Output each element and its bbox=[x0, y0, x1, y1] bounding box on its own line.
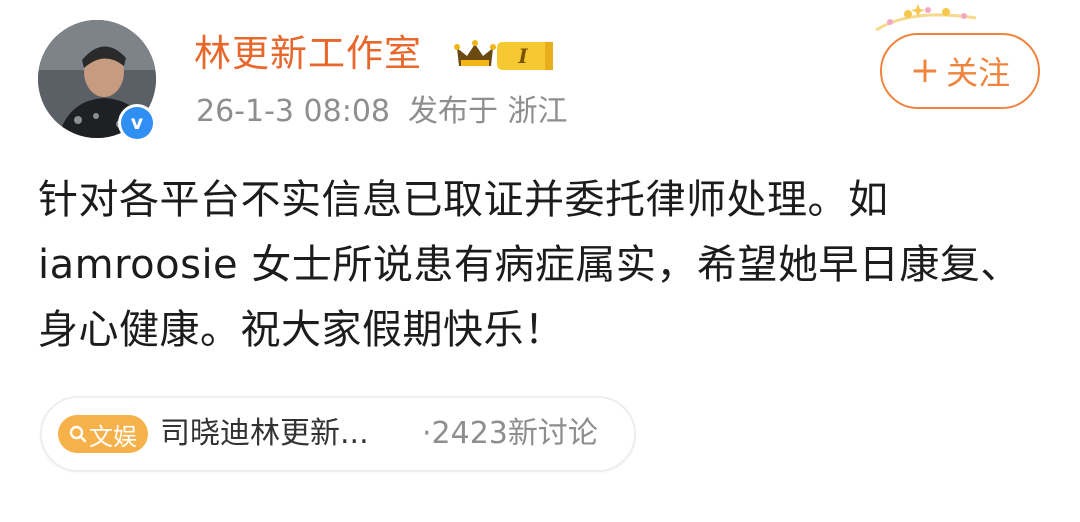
verified-icon: v bbox=[118, 104, 156, 142]
topic-title: 司晓迪林更新... bbox=[160, 416, 369, 451]
post-location: 发布于 浙江 bbox=[408, 94, 568, 129]
follow-button[interactable]: + 关注 bbox=[880, 33, 1040, 109]
topic-discussion-count: ·2423新讨论 bbox=[422, 416, 598, 451]
topic-category-tag: 文娱 bbox=[58, 415, 148, 453]
member-level: I bbox=[518, 44, 528, 68]
username[interactable]: 林更新工作室 bbox=[194, 31, 422, 77]
topic-tag-label: 文娱 bbox=[89, 422, 137, 451]
avatar[interactable]: v bbox=[38, 20, 156, 142]
post-meta: 26-1-3 08:08 发布于 浙江 bbox=[196, 92, 586, 132]
post-time: 26-1-3 08:08 bbox=[196, 94, 390, 129]
member-badge[interactable]: I bbox=[453, 38, 557, 74]
topic-link[interactable]: 文娱 司晓迪林更新... ·2423新讨论 bbox=[40, 396, 636, 472]
post-text: 针对各平台不实信息已取证并委托律师处理。如 iamroosie 女士所说患有病症… bbox=[38, 177, 1021, 353]
verified-mark: v bbox=[121, 107, 153, 139]
plus-icon: + bbox=[909, 50, 941, 91]
follow-button-label: 关注 bbox=[946, 54, 1011, 92]
search-icon bbox=[69, 425, 87, 443]
